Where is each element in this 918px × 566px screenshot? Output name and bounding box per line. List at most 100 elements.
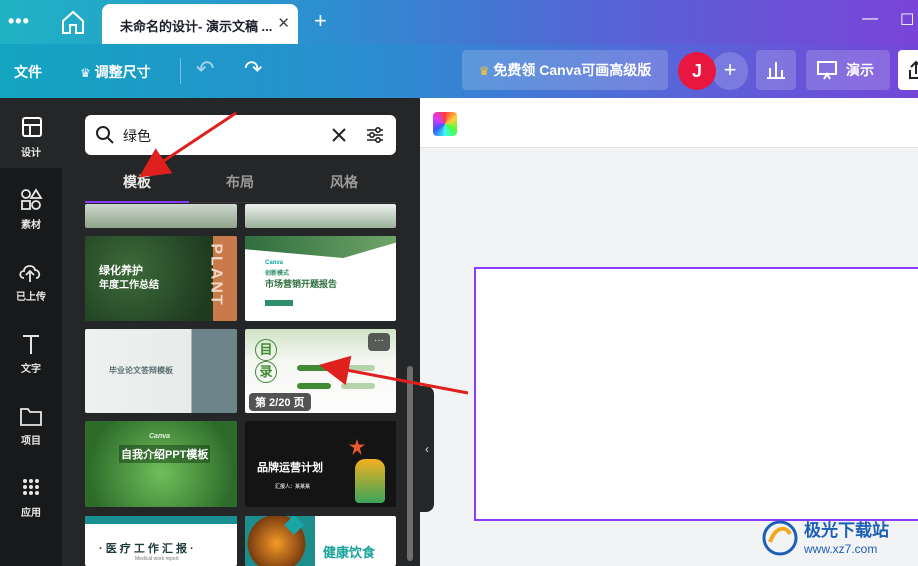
apps-grid-icon — [23, 479, 39, 495]
folder-icon — [20, 408, 42, 426]
shapes-icon — [21, 188, 43, 210]
template-thumbnail[interactable]: Canva 自我介绍PPT模板 — [85, 421, 237, 507]
undo-button[interactable]: ↶ — [196, 56, 214, 82]
figure-illustration — [355, 459, 385, 503]
rail-label: 应用 — [21, 508, 41, 519]
template-thumbnail[interactable]: 毕业论文答辩模板 — [85, 329, 237, 413]
tab-styles[interactable]: 风格 — [330, 172, 358, 192]
leaf-banner — [245, 236, 396, 258]
template-title: 健康饮食 — [323, 545, 376, 560]
more-options-button[interactable]: ··· — [368, 333, 390, 351]
present-label: 演示 — [846, 62, 874, 78]
template-brand: Canva — [149, 433, 171, 440]
active-tab-indicator — [85, 201, 189, 203]
document-tab-title: 未命名的设计- 演示文稿 ... — [120, 19, 273, 34]
text-icon — [23, 335, 39, 354]
rail-item-design[interactable]: 设计 — [0, 98, 62, 168]
insights-button[interactable] — [756, 50, 796, 90]
layout-icon — [22, 117, 42, 137]
collapse-panel-button[interactable]: ‹ — [420, 386, 434, 512]
cloud-upload-icon — [19, 265, 41, 282]
toc-item — [341, 365, 375, 371]
template-thumbnail[interactable]: Canva 创新模式 市场营销开题报告 — [245, 236, 396, 321]
title-bar: ••• 未命名的设计- 演示文稿 ... ✕ + — ☐ — [0, 0, 918, 44]
resize-button[interactable]: ♛ 调整尺寸 — [80, 62, 151, 82]
tab-templates[interactable]: 模板 — [123, 172, 151, 192]
canvas-toolbar — [420, 98, 918, 148]
rail-label: 已上传 — [16, 292, 46, 303]
template-subtitle: 汇报人：某某某 — [275, 484, 311, 490]
template-thumbnail[interactable] — [245, 204, 396, 228]
clear-search-icon[interactable] — [331, 127, 347, 143]
minimize-button[interactable]: — — [862, 10, 878, 28]
star-decoration — [349, 439, 365, 455]
accent-bar — [265, 300, 293, 306]
templates-panel: 绿色 模板 布局 风格 绿化养护 年度工作总结 PLANT Canva 创新模式… — [62, 98, 420, 566]
share-button[interactable] — [898, 50, 918, 90]
redo-button[interactable]: ↷ — [244, 56, 262, 82]
watermark: 极光下载站 www.xz7.com — [760, 514, 918, 562]
upload-icon — [909, 60, 918, 79]
rail-item-uploads[interactable]: 已上传 — [0, 242, 62, 312]
template-thumbnail[interactable]: 品牌运营计划 汇报人：某某某 — [245, 421, 396, 507]
rail-item-elements[interactable]: 素材 — [0, 170, 62, 240]
left-rail: 设计 素材 已上传 文字 项目 应用 — [0, 98, 62, 566]
filter-icon[interactable] — [365, 125, 385, 145]
rail-label: 文字 — [21, 364, 41, 375]
toc-item — [297, 383, 331, 389]
template-subtitle: 创新模式 — [265, 271, 290, 277]
template-thumbnail[interactable] — [85, 204, 237, 228]
present-button[interactable]: 演示 — [806, 50, 890, 90]
crown-icon: ♛ — [478, 64, 490, 78]
template-title: · 医 疗 工 作 汇 报 · — [99, 543, 194, 555]
add-collaborator-button[interactable]: + — [712, 52, 748, 90]
close-tab-icon[interactable]: ✕ — [277, 14, 290, 32]
bar-chart-icon — [767, 62, 785, 79]
search-input[interactable]: 绿色 — [85, 115, 396, 155]
rail-item-apps[interactable]: 应用 — [0, 458, 62, 528]
toc-circle: 录 — [255, 361, 277, 383]
rail-item-text[interactable]: 文字 — [0, 314, 62, 384]
home-icon[interactable] — [58, 8, 88, 36]
design-page[interactable] — [474, 267, 918, 521]
template-title: 市场营销开题报告 — [265, 279, 338, 289]
panel-scrollbar[interactable] — [407, 366, 413, 561]
toc-item — [341, 383, 375, 389]
menu-dots-icon[interactable]: ••• — [8, 11, 30, 32]
maximize-button[interactable]: ☐ — [900, 10, 914, 30]
premium-trial-button[interactable]: ♛ 免费领 Canva可画高级版 — [462, 50, 668, 90]
file-menu-button[interactable]: 文件 — [14, 62, 42, 82]
tab-layouts[interactable]: 布局 — [226, 172, 254, 192]
watermark-text: 极光下载站 — [804, 521, 889, 540]
toc-item — [297, 365, 331, 371]
resize-label: 调整尺寸 — [94, 64, 151, 80]
template-subtitle: 年度工作总结 — [99, 280, 159, 291]
color-picker-button[interactable] — [433, 112, 457, 136]
crown-icon: ♛ — [80, 66, 91, 80]
template-thumbnail[interactable]: 健康饮食 — [245, 516, 396, 566]
rail-label: 素材 — [21, 220, 41, 231]
accent-bar — [85, 516, 237, 524]
template-thumbnail[interactable]: 绿化养护 年度工作总结 PLANT — [85, 236, 237, 321]
template-brand: Canva — [265, 260, 284, 266]
template-title: 自我介绍PPT模板 — [119, 445, 211, 463]
rail-label: 项目 — [21, 436, 41, 447]
food-image — [245, 516, 315, 566]
toolbar-divider — [180, 58, 181, 84]
present-icon — [817, 61, 837, 80]
avatar[interactable]: J — [678, 52, 716, 90]
premium-label: 免费领 Canva可画高级版 — [493, 62, 652, 78]
search-icon — [96, 126, 114, 144]
search-query: 绿色 — [123, 128, 151, 144]
template-subtitle: Medical work report — [135, 556, 179, 562]
editor-toolbar: 文件 ♛ 调整尺寸 ↶ ↷ ♛ 免费领 Canva可画高级版 + J 演示 — [0, 44, 918, 98]
document-tab[interactable]: 未命名的设计- 演示文稿 ... ✕ — [102, 4, 298, 44]
watermark-url: www.xz7.com — [804, 542, 878, 556]
new-tab-button[interactable]: + — [314, 8, 327, 34]
template-thumbnail-selected[interactable]: 目 录 ··· 第 2/20 页 — [245, 329, 396, 413]
template-thumbnail[interactable]: · 医 疗 工 作 汇 报 · Medical work report — [85, 516, 237, 566]
template-title: 毕业论文答辩模板 — [109, 366, 173, 375]
rail-item-projects[interactable]: 项目 — [0, 386, 62, 456]
toc-circle: 目 — [255, 339, 277, 361]
page-count-badge: 第 2/20 页 — [249, 393, 311, 411]
